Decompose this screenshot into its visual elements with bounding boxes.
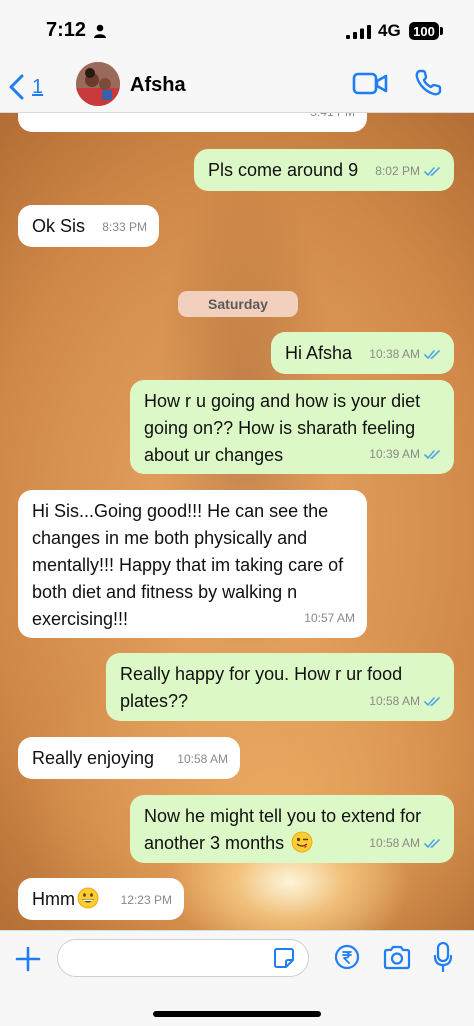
home-indicator[interactable] [153, 1011, 321, 1017]
message-bubble-incoming[interactable]: Hi Sis...Going good!!! He can see the ch… [18, 490, 367, 638]
message-time: 10:58 AM [177, 752, 228, 766]
message-time: 10:39 AM [369, 447, 420, 461]
status-bar: 7:12 4G 100 [0, 0, 474, 62]
double-check-icon [424, 450, 440, 460]
message-time: 8:02 PM [375, 164, 420, 178]
message-meta: 8:33 PM [102, 214, 147, 241]
message-time: 5:41 PM [310, 112, 355, 119]
message-meta: 10:58 AM [177, 746, 228, 773]
message-time: 10:58 AM [369, 694, 420, 708]
message-meta: 12:23 PM [121, 887, 172, 914]
chat-header: 1 Afsha [0, 62, 474, 113]
message-text: Pls come around 9 [208, 160, 359, 180]
message-bubble-incoming[interactable]: Really enjoying 10:58 AM [18, 737, 240, 779]
message-time: 10:38 AM [369, 347, 420, 361]
date-divider: Saturday [178, 291, 298, 317]
message-text: Really happy for you. How r ur food plat… [120, 664, 403, 711]
chevron-left-icon [9, 74, 24, 100]
message-text: Hmm [32, 889, 75, 909]
message-text: Hi Afsha [285, 343, 353, 363]
contact-avatar[interactable] [76, 62, 120, 106]
network-type: 4G [378, 21, 401, 40]
message-time: 8:33 PM [102, 220, 147, 234]
sticker-icon[interactable] [272, 946, 296, 970]
contact-name[interactable]: Afsha [130, 74, 186, 97]
camera-icon[interactable] [382, 945, 412, 970]
unread-count: 1 [32, 75, 44, 98]
message-text: Ok Sis [32, 216, 86, 236]
back-button[interactable]: 1 [8, 70, 43, 104]
battery-cap [440, 27, 443, 35]
message-meta: 5:41 PM [310, 112, 355, 126]
grinning-face-icon [77, 887, 99, 909]
composer-bar [0, 930, 474, 1026]
message-bubble-incoming[interactable]: 5:41 PM [18, 112, 367, 132]
winking-tongue-face-icon [291, 831, 313, 853]
message-meta: 10:58 AM [369, 688, 442, 715]
microphone-icon[interactable] [433, 942, 453, 972]
message-time: 10:58 AM [369, 836, 420, 850]
avatar-photo [76, 62, 120, 106]
message-bubble-incoming[interactable]: Ok Sis 8:33 PM [18, 205, 159, 247]
message-bubble-outgoing[interactable]: Really happy for you. How r ur food plat… [106, 653, 454, 721]
message-bubble-outgoing[interactable]: Now he might tell you to extend for anot… [130, 795, 454, 863]
message-meta: 10:39 AM [369, 441, 442, 468]
message-text: Hi Sis...Going good!!! He can see the ch… [32, 501, 344, 629]
double-check-icon [424, 350, 440, 360]
person-icon [94, 24, 106, 38]
chat-area[interactable]: 5:41 PM Pls come around 9 8:02 PM Ok Sis… [0, 112, 474, 930]
message-meta: 10:38 AM [369, 341, 442, 368]
message-bubble-outgoing[interactable]: How r u going and how is your diet going… [130, 380, 454, 474]
message-bubble-incoming[interactable]: Hmm 12:23 PM [18, 878, 184, 920]
message-time: 10:57 AM [304, 611, 355, 625]
cellular-signal-icon [346, 25, 371, 39]
double-check-icon [424, 697, 440, 707]
video-call-icon[interactable] [352, 70, 388, 98]
phone-icon[interactable] [413, 68, 443, 98]
double-check-icon [424, 167, 440, 177]
message-text: Really enjoying [32, 748, 155, 768]
message-time: 12:23 PM [120, 893, 172, 907]
rupee-payment-icon[interactable] [334, 944, 360, 970]
plus-icon[interactable] [14, 945, 42, 973]
message-bubble-outgoing[interactable]: Hi Afsha 10:38 AM [271, 332, 454, 374]
status-time: 7:12 [46, 19, 87, 41]
message-bubble-outgoing[interactable]: Pls come around 9 8:02 PM [194, 149, 454, 191]
battery-indicator: 100 [409, 22, 439, 40]
message-meta: 8:02 PM [375, 158, 442, 185]
double-check-icon [424, 839, 440, 849]
message-meta: 10:57 AM [304, 605, 355, 632]
message-meta: 10:58 AM [369, 830, 442, 857]
